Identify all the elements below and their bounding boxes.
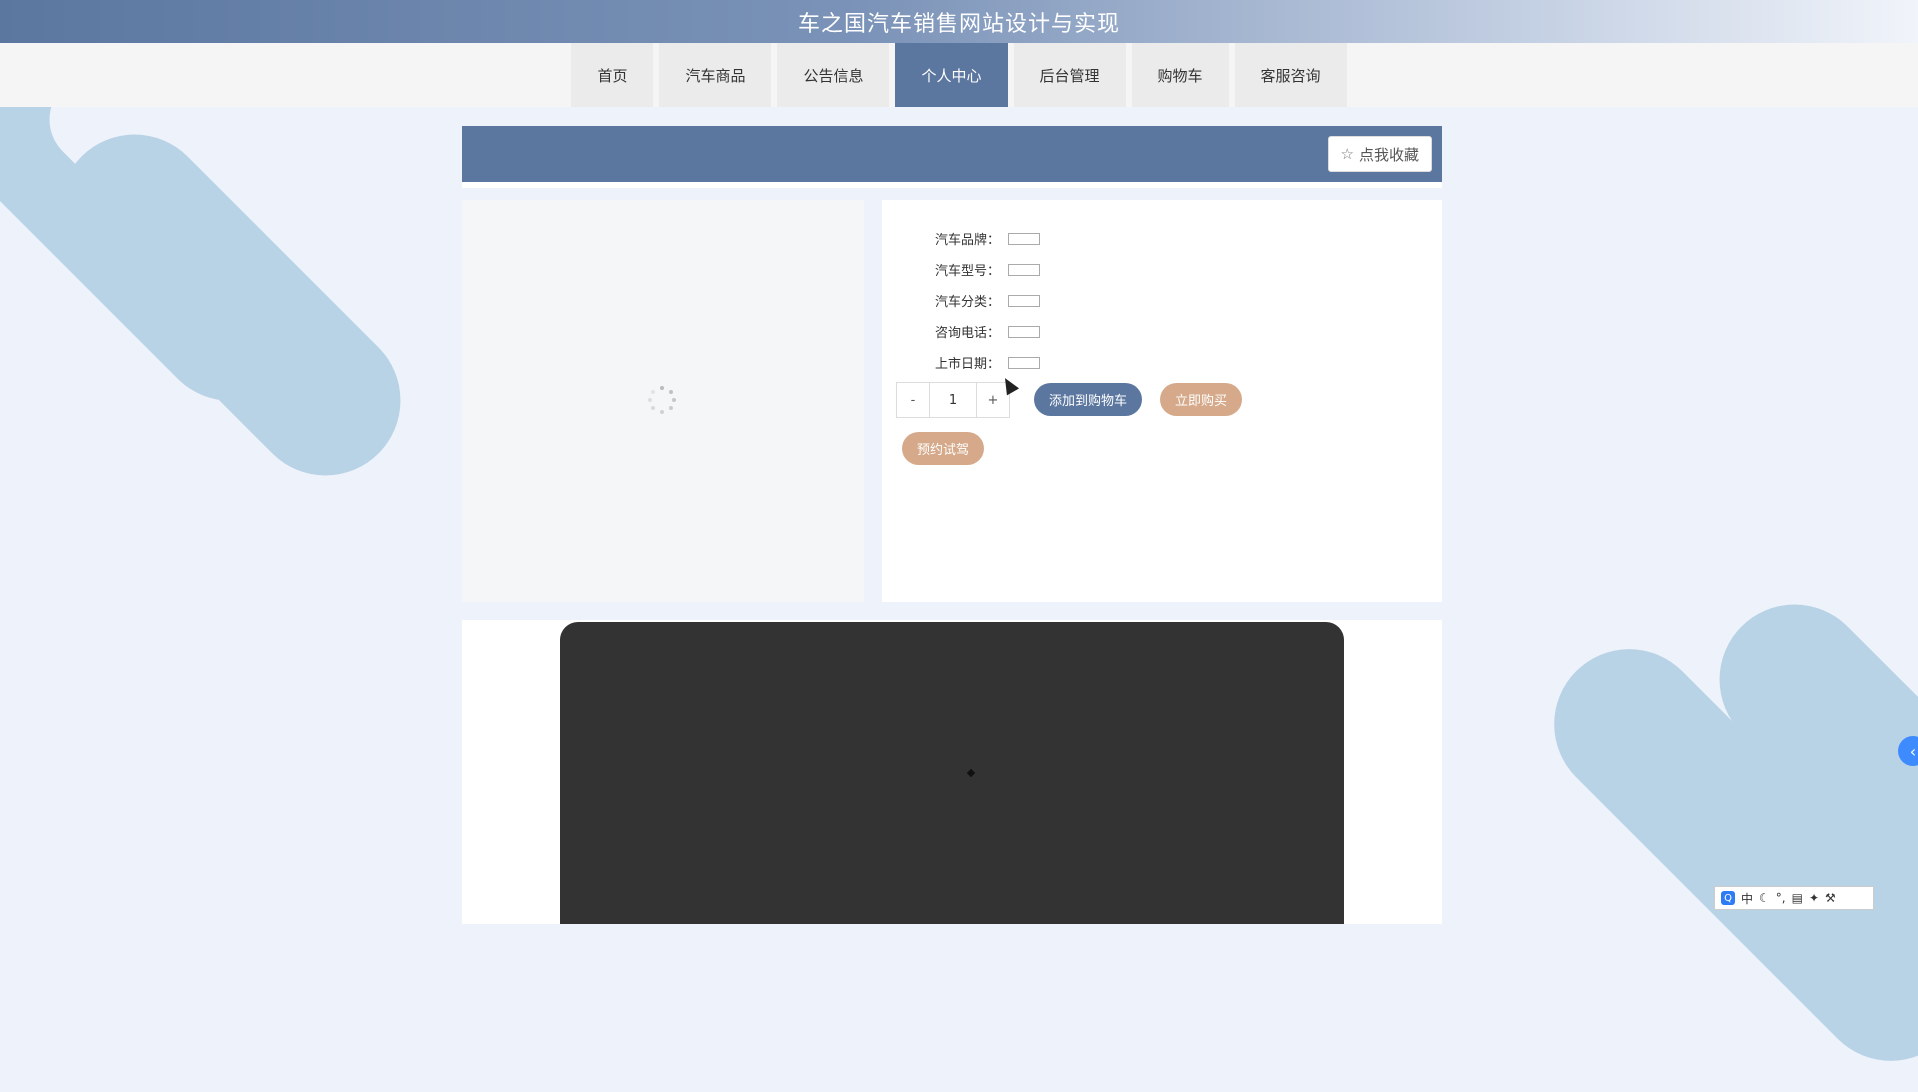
- wrench-icon[interactable]: ⚒: [1825, 891, 1836, 905]
- keyboard-icon[interactable]: ▤: [1792, 891, 1803, 905]
- moon-icon[interactable]: ☾: [1759, 891, 1770, 905]
- nav-item-customer-service[interactable]: 客服咨询: [1234, 43, 1347, 107]
- nav-item-home[interactable]: 首页: [571, 43, 654, 107]
- release-value: [1008, 356, 1040, 369]
- model-label: 汽车型号：: [934, 264, 1000, 279]
- brand-value: [1008, 232, 1040, 245]
- pointer-icon: [966, 768, 976, 778]
- site-title: 车之国汽车销售网站设计与实现: [797, 11, 1120, 37]
- quantity-value[interactable]: 1: [929, 383, 977, 417]
- nav-item-car-products[interactable]: 汽车商品: [659, 43, 772, 107]
- detail-row-release: 上市日期：: [920, 353, 1040, 372]
- detail-row-category: 汽车分类：: [920, 291, 1040, 310]
- star-outline-icon: ☆: [1340, 145, 1354, 163]
- buy-now-button[interactable]: 立即购买: [1160, 383, 1243, 416]
- ime-logo-icon: Q: [1721, 891, 1735, 905]
- product-info: 汽车品牌： 汽车型号： 汽车分类： 咨询电话： 上市日期： - 1 + 添加到购…: [882, 200, 1442, 602]
- test-drive-button[interactable]: 预约试驾: [902, 432, 985, 465]
- settings-icon[interactable]: ✦: [1809, 891, 1819, 905]
- brand-label: 汽车品牌：: [934, 233, 1000, 248]
- ime-mode[interactable]: 中: [1741, 890, 1753, 907]
- add-to-cart-button[interactable]: 添加到购物车: [1034, 383, 1143, 416]
- favorite-button[interactable]: ☆ 点我收藏: [1327, 136, 1432, 172]
- loading-spinner-icon: [648, 386, 676, 414]
- video-player[interactable]: [560, 622, 1344, 924]
- quantity-minus-button[interactable]: -: [897, 383, 929, 417]
- main-nav: 首页 汽车商品 公告信息 个人中心 后台管理 购物车 客服咨询: [0, 43, 1918, 107]
- nav-item-announcements[interactable]: 公告信息: [777, 43, 890, 107]
- punctuation-icon[interactable]: °,: [1776, 891, 1786, 905]
- category-label: 汽车分类：: [934, 295, 1000, 310]
- detail-row-model: 汽车型号：: [920, 260, 1040, 279]
- phone-label: 咨询电话：: [934, 326, 1000, 341]
- nav-item-cart[interactable]: 购物车: [1131, 43, 1229, 107]
- nav-item-admin[interactable]: 后台管理: [1013, 43, 1126, 107]
- release-label: 上市日期：: [934, 357, 1000, 372]
- phone-value: [1008, 325, 1040, 338]
- site-header: 车之国汽车销售网站设计与实现: [0, 0, 1918, 43]
- product-image: [462, 200, 864, 602]
- detail-header-bar: ☆ 点我收藏: [462, 126, 1442, 188]
- model-value: [1008, 263, 1040, 276]
- quantity-stepper: - 1 +: [896, 382, 1010, 418]
- ime-toolbar: Q 中 ☾ °, ▤ ✦ ⚒: [1714, 886, 1874, 910]
- favorite-label: 点我收藏: [1358, 145, 1419, 164]
- nav-item-user-center[interactable]: 个人中心: [895, 43, 1008, 107]
- detail-row-brand: 汽车品牌：: [920, 229, 1040, 248]
- category-value: [1008, 294, 1040, 307]
- detail-row-phone: 咨询电话：: [920, 322, 1040, 341]
- bg-decoration: [28, 103, 432, 507]
- video-section: [462, 620, 1442, 924]
